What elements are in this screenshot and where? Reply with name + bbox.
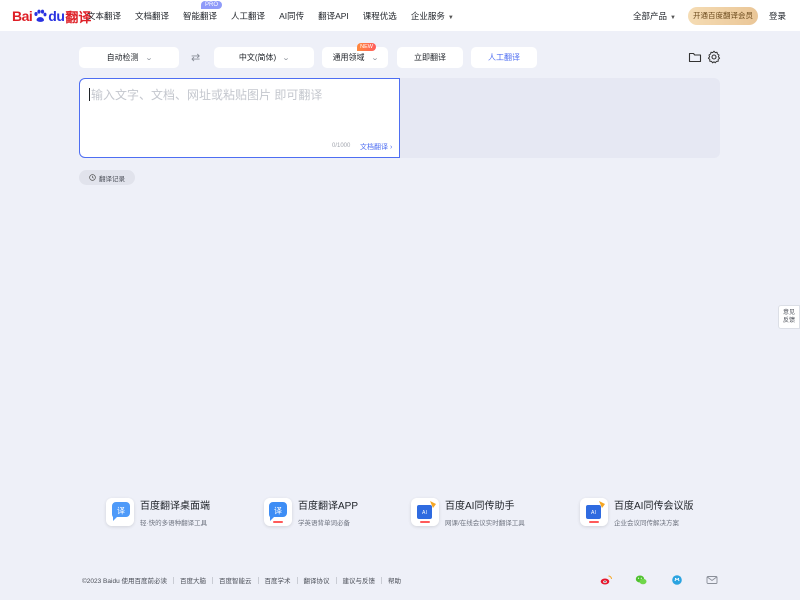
char-counter: 0/1000 xyxy=(332,143,351,149)
nav-smart-translate-label: 智能翻译 xyxy=(183,10,218,21)
nav-courses[interactable]: 课程优选 xyxy=(363,10,397,22)
nav-text-translate[interactable]: 文本翻译 xyxy=(87,10,121,22)
nav-smart-translate[interactable]: 智能翻译 PRO xyxy=(183,0,223,22)
footer-divider xyxy=(212,576,213,584)
footer-link-baidu-brain[interactable]: 百度大脑 xyxy=(180,575,206,585)
svg-text:AI: AI xyxy=(591,510,596,516)
footer-divider xyxy=(335,576,337,584)
domain-select[interactable]: 通用领域 ⌄ NEW xyxy=(322,43,388,68)
nav-doc-translate[interactable]: 文档翻译 xyxy=(135,10,169,22)
baidu-app-icon[interactable] xyxy=(671,574,683,586)
vip-membership-button[interactable]: 开通百度翻译会员 xyxy=(687,6,758,25)
weibo-icon[interactable] xyxy=(600,574,612,586)
baidu-paw-icon xyxy=(34,9,47,22)
wechat-icon[interactable] xyxy=(635,574,647,586)
footer-link-help[interactable]: 帮助 xyxy=(388,575,401,585)
caret-down-icon: ▼ xyxy=(670,14,676,21)
product-desc: 网课/在线会议实时翻译工具 xyxy=(445,520,525,527)
target-language-label: 中文(简体) xyxy=(238,53,277,62)
footer-copyright-notice[interactable]: ©2023 Baidu 使用百度前必读 xyxy=(82,575,167,585)
new-badge: NEW xyxy=(357,43,376,51)
svg-text:AI: AI xyxy=(422,510,427,516)
chevron-down-icon: ⌄ xyxy=(370,54,379,62)
source-language-label: 自动检测 xyxy=(106,53,139,62)
chevron-down-icon: ⌄ xyxy=(282,54,291,62)
email-icon[interactable] xyxy=(706,574,718,586)
product-desc: 轻·快的多语种翻译工具 xyxy=(140,520,208,527)
svg-text:译: 译 xyxy=(274,507,282,516)
product-name: 百度翻译APP xyxy=(298,501,359,512)
footer-link-feedback[interactable]: 建议与反馈 xyxy=(343,575,376,585)
mobile-app-icon: 译 xyxy=(264,498,292,526)
nav-enterprise[interactable]: 企业服务 ▼ xyxy=(411,10,454,22)
footer-divider xyxy=(173,576,174,584)
translation-output-area xyxy=(400,78,720,158)
footer-links: ©2023 Baidu 使用百度前必读 百度大脑 百度智能云 百度学术 翻译协议… xyxy=(82,575,401,585)
logo-du-text: du xyxy=(48,8,65,24)
history-label: 翻译记录 xyxy=(99,175,125,183)
nav-translate-api[interactable]: 翻译API xyxy=(318,10,349,22)
footer-divider xyxy=(381,576,382,584)
logo-bai-text: Bai xyxy=(12,8,33,24)
main-nav: 文本翻译 文档翻译 智能翻译 PRO 人工翻译 AI同传 翻译API 课程优选 … xyxy=(87,0,468,31)
product-name: 百度AI同传会议版 xyxy=(614,501,694,512)
nav-ai-interpret[interactable]: AI同传 xyxy=(279,10,304,22)
product-promo-row: 译 百度翻译桌面端 轻·快的多语种翻译工具 译 百度翻译APP 学英语背单词必备… xyxy=(0,495,800,535)
footer-link-baidu-scholar[interactable]: 百度学术 xyxy=(265,575,291,585)
source-placeholder: 输入文字、文档、网址或粘贴图片 即可翻译 xyxy=(91,88,323,102)
translate-history-button[interactable]: 翻译记录 xyxy=(79,170,135,185)
target-language-select[interactable]: 中文(简体) ⌄ xyxy=(214,47,314,68)
translate-now-button[interactable]: 立即翻译 xyxy=(397,47,463,68)
all-products-menu[interactable]: 全部产品 ▼ xyxy=(633,10,676,22)
all-products-label: 全部产品 xyxy=(633,10,668,21)
domain-label: 通用领域 xyxy=(332,53,365,62)
nav-enterprise-label: 企业服务 xyxy=(410,10,445,21)
chevron-down-icon: ⌄ xyxy=(144,54,153,62)
human-translate-button[interactable]: 人工翻译 xyxy=(471,47,537,68)
source-text-area[interactable]: 输入文字、文档、网址或粘贴图片 即可翻译 0/1000 文档翻译 › xyxy=(79,78,400,158)
feedback-line2: 反馈 xyxy=(782,318,795,324)
footer-divider xyxy=(257,576,259,584)
svg-text:译: 译 xyxy=(117,507,125,516)
text-cursor xyxy=(89,88,90,101)
pro-badge: PRO xyxy=(201,0,223,9)
toolbar-icons xyxy=(688,50,726,64)
product-desc: 学英语背单词必备 xyxy=(298,520,350,527)
feedback-line1: 意见 xyxy=(782,310,795,316)
footer-link-agreement[interactable]: 翻译协议 xyxy=(304,575,330,585)
clock-icon xyxy=(89,174,96,181)
product-name: 百度翻译桌面端 xyxy=(140,501,210,512)
source-language-select[interactable]: 自动检测 ⌄ xyxy=(79,47,179,68)
caret-down-icon: ▼ xyxy=(447,14,454,21)
product-name: 百度AI同传助手 xyxy=(445,501,515,512)
swap-languages-icon[interactable]: ⇄ xyxy=(191,51,200,64)
footer-link-baidu-cloud[interactable]: 百度智能云 xyxy=(219,575,252,585)
gear-icon[interactable] xyxy=(707,50,721,64)
baidu-fanyi-logo[interactable]: Bai du 翻译 xyxy=(12,5,91,27)
nav-human-translate[interactable]: 人工翻译 xyxy=(231,10,265,22)
ai-interpret-assistant-icon: AI xyxy=(411,498,439,526)
ai-interpret-meeting-icon: AI xyxy=(580,498,608,526)
product-desc: 企业会议同传解决方案 xyxy=(614,520,679,527)
footer-divider xyxy=(296,576,298,584)
doc-translate-link[interactable]: 文档翻译 › xyxy=(360,142,392,152)
login-link[interactable]: 登录 xyxy=(769,10,786,22)
folder-icon[interactable] xyxy=(688,50,702,64)
right-nav: 全部产品 ▼ 开通百度翻译会员 登录 xyxy=(633,0,800,31)
top-bar: Bai du 翻译 文本翻译 文档翻译 智能翻译 PRO 人工翻译 AI同传 翻… xyxy=(0,0,800,31)
desktop-app-icon: 译 xyxy=(106,498,134,526)
feedback-button[interactable]: 意见 反馈 xyxy=(778,305,800,329)
